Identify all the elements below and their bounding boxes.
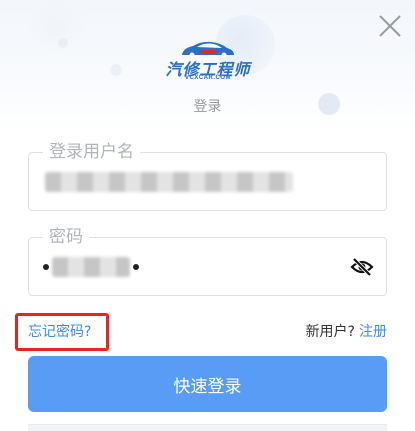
bottom-section-edge xyxy=(28,424,387,431)
brand-logo: 汽修工程师 VCXCAR.COM xyxy=(165,40,251,84)
password-dot xyxy=(43,264,49,270)
login-dialog: 汽修工程师 VCXCAR.COM 登录 登录用户名 密码 忘记密码? 新用户? 注… xyxy=(0,0,415,431)
register-link[interactable]: 注册 xyxy=(359,324,387,340)
decor-bubble xyxy=(110,64,122,76)
redacted-password xyxy=(52,257,130,277)
decor-bubble xyxy=(58,38,68,48)
decor-bubble xyxy=(22,0,92,50)
username-field[interactable]: 登录用户名 xyxy=(28,140,387,211)
forgot-password-link[interactable]: 忘记密码? xyxy=(28,322,91,342)
close-icon xyxy=(379,15,401,37)
password-label: 密码 xyxy=(43,225,89,249)
password-field[interactable]: 密码 xyxy=(28,225,387,296)
password-dot xyxy=(133,264,139,270)
quick-login-button[interactable]: 快速登录 xyxy=(28,356,387,412)
username-value xyxy=(43,171,293,193)
redacted-username xyxy=(45,172,293,192)
toggle-password-visibility-button[interactable] xyxy=(350,255,374,279)
username-label: 登录用户名 xyxy=(43,140,140,164)
password-value xyxy=(43,256,139,278)
register-row: 新用户? 注册 xyxy=(306,322,387,342)
new-user-text: 新用户? xyxy=(305,324,355,340)
close-button[interactable] xyxy=(374,10,406,42)
logo-domain-text: VCXCAR.COM xyxy=(184,75,231,81)
dialog-subtitle: 登录 xyxy=(193,99,222,115)
eye-slash-icon xyxy=(350,257,374,277)
